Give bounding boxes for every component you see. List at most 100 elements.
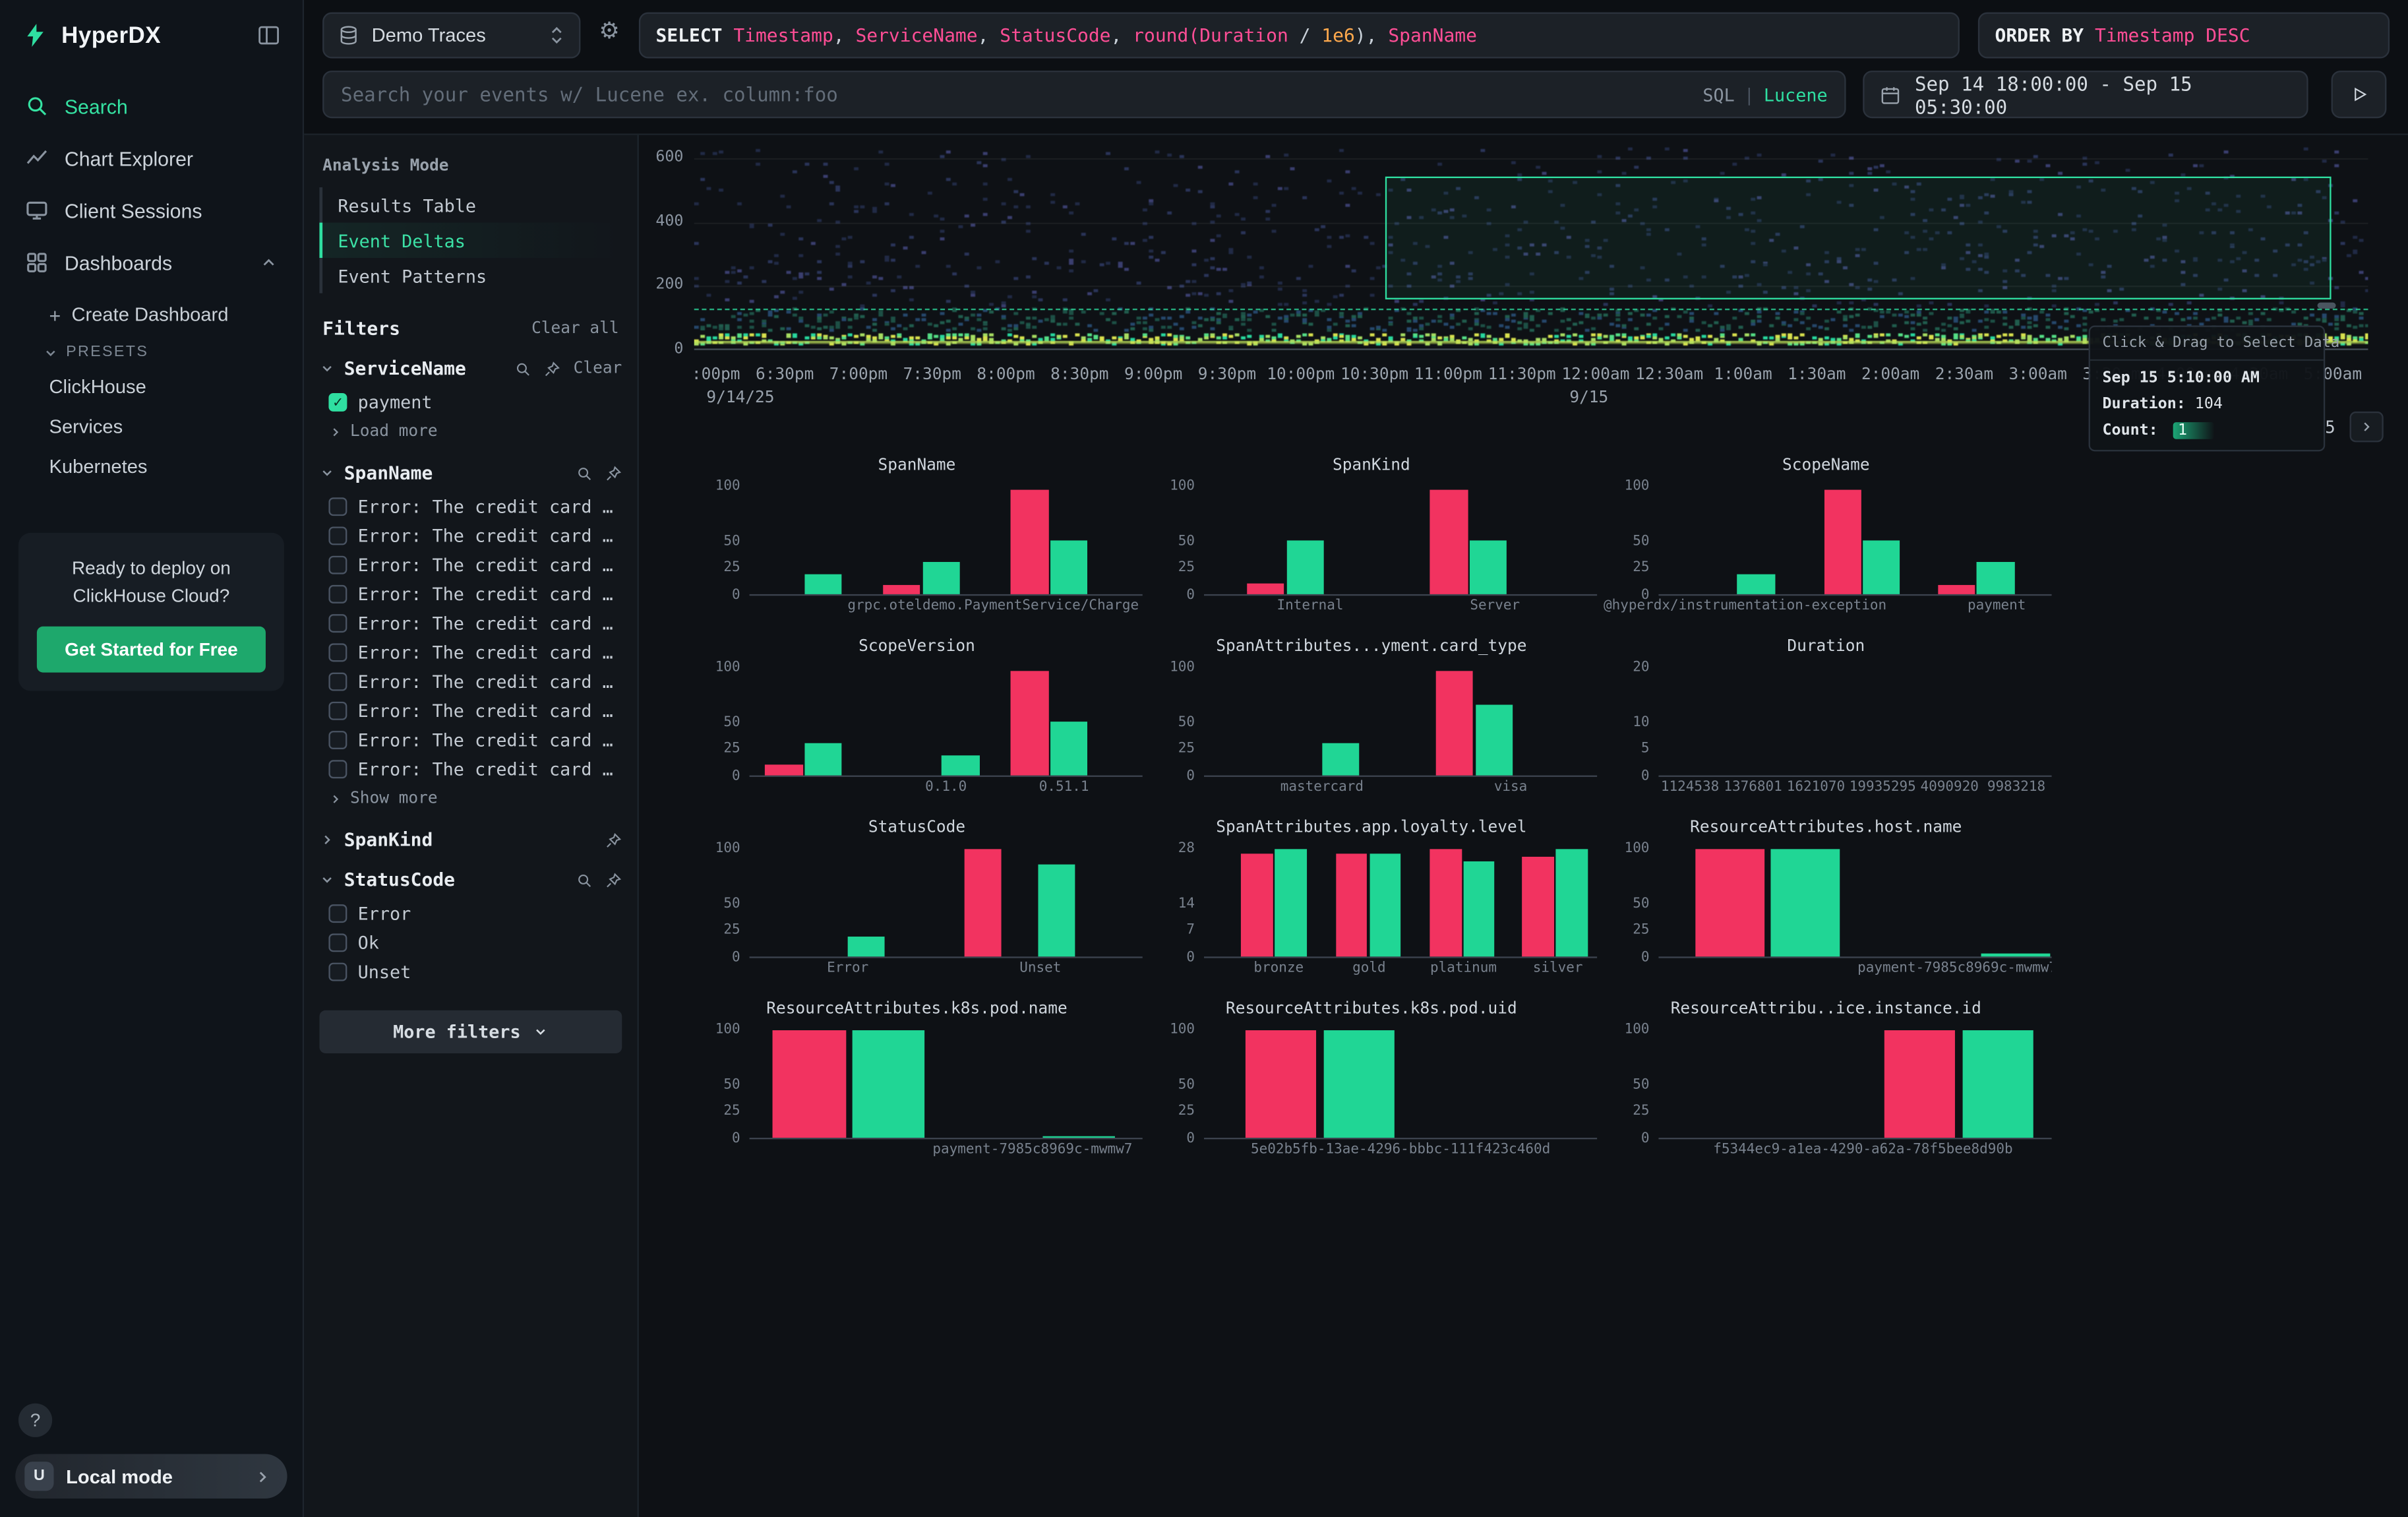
filter-group-servicename[interactable]: ServiceName Clear [319,357,622,379]
bar [1324,1030,1395,1138]
chevron-up-icon[interactable] [260,253,278,272]
nav-label: Search [65,94,128,117]
filter-checkbox-row[interactable]: Error: The credit card (… [319,666,622,695]
chart-plot[interactable] [1204,660,1597,777]
checkbox[interactable] [328,497,347,515]
checkbox[interactable] [328,759,347,778]
filter-checkbox-row[interactable]: Error: The credit card (… [319,520,622,549]
checkbox[interactable] [328,671,347,690]
checkbox[interactable] [328,642,347,661]
date-range-picker[interactable]: Sep 14 18:00:00 - Sep 15 05:30:00 [1863,71,2308,118]
filter-checkbox-row[interactable]: Unset [319,956,622,985]
settings-gear-icon[interactable]: ⚙ [599,20,619,43]
chart-plot[interactable] [750,479,1143,596]
chart-explorer-icon [24,146,49,170]
chart-plot[interactable] [1204,842,1597,958]
pin-icon[interactable] [605,871,622,888]
selection-handle[interactable] [2318,302,2336,308]
source-select[interactable]: Demo Traces [322,13,580,59]
lucene-mode-toggle[interactable]: Lucene [1764,84,1828,106]
local-mode-button[interactable]: U Local mode [15,1454,287,1499]
checkbox[interactable] [328,933,347,951]
sidebar-item-kubernetes[interactable]: Kubernetes [0,447,303,487]
mini-chart: ScopeName10050250@hyperdx/instrumentatio… [1600,451,2052,623]
sidebar-item-services[interactable]: Services [0,407,303,447]
more-filters-button[interactable]: More filters [319,1010,622,1053]
chart-plot[interactable] [750,842,1143,958]
filter-checkbox-row[interactable]: Error: The credit card (… [319,696,622,725]
bar [804,575,842,594]
filter-checkbox-row[interactable]: Error: The credit card (… [319,579,622,608]
orderby-text: ORDER BY Timestamp DESC [1995,24,2250,46]
filter-checkbox-row[interactable]: Error: The credit card (… [319,491,622,520]
filter-checkbox-row[interactable]: Error: The credit card (… [319,637,622,666]
chart-plot[interactable] [750,1022,1143,1139]
x-tick-label: Unset [1019,961,1061,976]
filter-checkbox-row[interactable]: payment [319,387,622,416]
chart-plot[interactable] [1658,479,2051,596]
filters-title: Filters [322,318,400,340]
sidebar-item-clickhouse[interactable]: ClickHouse [0,367,303,407]
filter-checkbox-row[interactable]: Error: The credit card (… [319,608,622,637]
filter-checkbox-row[interactable]: Error [319,898,622,927]
clear-all-filters-button[interactable]: Clear all [531,319,619,338]
sql-query-input[interactable]: SELECT Timestamp, ServiceName, StatusCod… [639,13,1960,59]
timeline-chart[interactable] [694,146,2368,350]
sidebar-item-client-sessions[interactable]: Client Sessions [0,184,303,236]
y-tick-label: 25 [723,923,740,939]
load-more-button[interactable]: Load more [319,416,622,444]
selection-box[interactable] [1385,176,2331,299]
filter-group-statuscode[interactable]: StatusCode [319,869,622,891]
run-search-button[interactable] [2332,71,2387,118]
presets-toggle[interactable]: PRESETS [0,334,303,367]
filter-group-spanname[interactable]: SpanName [319,462,622,484]
search-icon[interactable] [576,871,593,888]
checkbox[interactable] [328,584,347,603]
help-button[interactable]: ? [18,1404,52,1437]
search-icon[interactable] [576,464,593,481]
chart-yaxis: 10050250 [1146,1022,1205,1139]
checkbox[interactable] [328,613,347,632]
create-dashboard-button[interactable]: + Create Dashboard [0,295,303,335]
x-tick-label: 4090920 [1920,780,1978,795]
checkbox[interactable] [328,962,347,980]
checkbox[interactable] [328,904,347,922]
sidebar-item-dashboards[interactable]: Dashboards [0,236,303,288]
sidebar-item-chart-explorer[interactable]: Chart Explorer [0,132,303,184]
sidebar-collapse-icon[interactable] [256,23,281,47]
sidebar-item-search[interactable]: Search [0,80,303,132]
checkbox[interactable] [328,730,347,749]
pin-icon[interactable] [605,464,622,481]
y-tick-label: 25 [1178,561,1195,576]
chart-plot[interactable] [1204,479,1597,596]
chart-plot[interactable] [1658,1022,2051,1139]
filter-checkbox-row[interactable]: Error: The credit card (… [319,549,622,578]
next-page-button[interactable] [2350,412,2384,443]
checkbox[interactable] [328,526,347,544]
checkbox[interactable] [328,701,347,720]
filter-value-label: Error [358,902,411,924]
filter-checkbox-row[interactable]: Ok [319,927,622,956]
pin-icon[interactable] [544,360,561,377]
checkbox[interactable] [328,392,347,411]
chart-plot[interactable] [750,660,1143,777]
filter-checkbox-row[interactable]: Error: The credit card (… [319,725,622,754]
analysis-mode-event-patterns[interactable]: Event Patterns [319,258,622,294]
chart-plot[interactable] [1658,660,2051,777]
chart-plot[interactable] [1658,842,2051,958]
get-started-button[interactable]: Get Started for Free [37,627,266,673]
chart-xlabels: 1124538137680116210701993529540909209983… [1658,777,2051,799]
analysis-mode-event-deltas[interactable]: Event Deltas [319,223,622,259]
filter-checkbox-row[interactable]: Error: The credit card (… [319,754,622,783]
orderby-input[interactable]: ORDER BY Timestamp DESC [1978,13,2390,59]
clear-servicename-button[interactable]: Clear [574,359,622,378]
show-more-button[interactable]: Show more [319,783,622,811]
event-search-input[interactable]: Search your events w/ Lucene ex. column:… [322,71,1846,118]
pin-icon[interactable] [605,832,622,849]
filter-group-spankind[interactable]: SpanKind [319,829,622,851]
sql-mode-toggle[interactable]: SQL [1702,84,1734,106]
analysis-mode-results-table[interactable]: Results Table [319,187,622,223]
checkbox[interactable] [328,555,347,574]
search-icon[interactable] [515,360,532,377]
chart-plot[interactable] [1204,1022,1597,1139]
